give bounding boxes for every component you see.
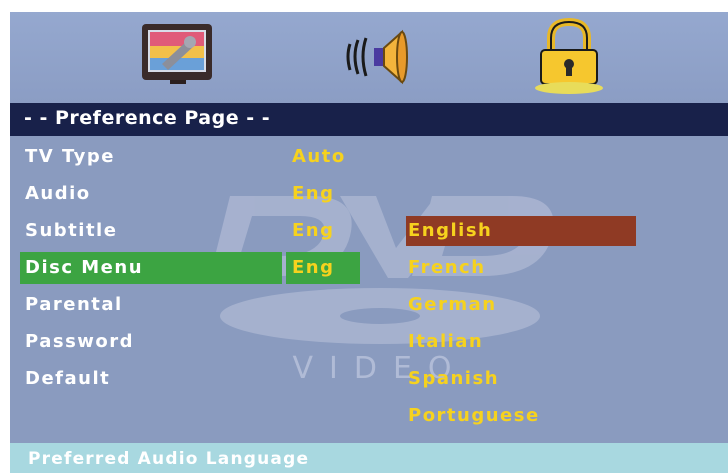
- value-subtitle: Eng: [292, 220, 335, 241]
- icon-bar: [10, 12, 728, 103]
- menu-item-password[interactable]: Password: [25, 327, 225, 357]
- menu-item-audio[interactable]: Audio: [25, 179, 225, 209]
- option-french[interactable]: French: [406, 253, 636, 283]
- padlock-icon[interactable]: [533, 18, 605, 94]
- page-title: - - Preference Page - -: [24, 107, 271, 129]
- option-portuguese[interactable]: Portuguese: [406, 401, 636, 431]
- menu-area: VIDEO TV Type Audio Subtitle Disc Menu P…: [10, 136, 728, 443]
- menu-item-parental[interactable]: Parental: [25, 290, 225, 320]
- title-bar: - - Preference Page - -: [10, 103, 728, 136]
- value-audio: Eng: [292, 183, 335, 204]
- option-spanish[interactable]: Spanish: [406, 364, 636, 394]
- menu-item-default[interactable]: Default: [25, 364, 225, 394]
- option-german[interactable]: German: [406, 290, 636, 320]
- menu-item-subtitle[interactable]: Subtitle: [25, 216, 225, 246]
- menu-item-tv-type[interactable]: TV Type: [25, 142, 225, 172]
- speaker-audio-icon[interactable]: [340, 26, 416, 88]
- value-tv-type: Auto: [292, 146, 346, 167]
- menu-item-disc-menu[interactable]: Disc Menu: [25, 253, 225, 283]
- tv-setup-icon[interactable]: [140, 20, 216, 86]
- option-english[interactable]: English: [406, 216, 636, 246]
- osd-screen: - - Preference Page - - VIDEO TV Type Au…: [10, 12, 728, 473]
- value-disc-menu: Eng: [292, 257, 335, 278]
- option-italian[interactable]: Italian: [406, 327, 636, 357]
- status-bar: Preferred Audio Language: [10, 443, 728, 473]
- status-text: Preferred Audio Language: [28, 449, 310, 469]
